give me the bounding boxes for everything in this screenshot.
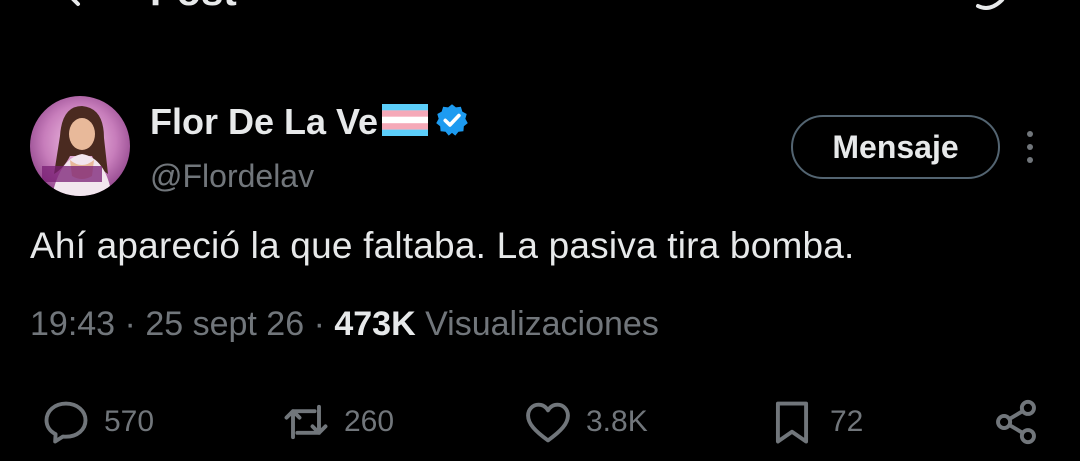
bookmark-button[interactable]: 72: [766, 396, 863, 448]
author-handle[interactable]: @Flordelav: [150, 156, 314, 196]
post-page: Post Fl: [0, 0, 1080, 461]
more-vertical-icon[interactable]: [1020, 128, 1040, 168]
transgender-flag-icon: [382, 104, 429, 136]
message-button[interactable]: Mensaje: [791, 115, 1000, 179]
page-title: Post: [150, 0, 237, 12]
repost-icon: [284, 404, 328, 440]
reply-count: 570: [104, 405, 155, 438]
meta-separator: ·: [313, 305, 325, 343]
bookmark-icon: [775, 401, 809, 444]
reply-icon: [44, 401, 88, 444]
avatar-image: [30, 96, 130, 196]
author-name-text: Flor De La Ve: [150, 101, 379, 142]
avatar[interactable]: [30, 96, 130, 196]
bookmark-count: 72: [830, 405, 864, 438]
tweet-meta: 19:43 · 25 sept 26 · 473K Visualizacione…: [30, 302, 659, 346]
share-icon: [996, 399, 1036, 445]
heart-icon: [526, 402, 570, 443]
tweet-text: Ahí apareció la que faltaba. La pasiva t…: [30, 225, 855, 266]
views-label[interactable]: Visualizaciones: [425, 305, 659, 343]
views-count[interactable]: 473K: [334, 305, 415, 343]
like-count: 3.8K: [586, 405, 648, 438]
author-name[interactable]: Flor De La Ve: [150, 100, 470, 144]
like-button[interactable]: 3.8K: [522, 396, 648, 448]
tweet-date[interactable]: 25 sept 26: [145, 305, 304, 343]
repost-count: 260: [344, 405, 395, 438]
meta-separator: ·: [124, 305, 136, 343]
reply-button[interactable]: 570: [40, 396, 154, 448]
grok-icon[interactable]: [970, 0, 1020, 16]
verified-badge-icon[interactable]: [434, 102, 470, 138]
tweet-time[interactable]: 19:43: [30, 305, 115, 343]
top-header: Post: [0, 0, 1080, 12]
share-button[interactable]: [990, 396, 1042, 448]
repost-button[interactable]: 260: [280, 396, 394, 448]
arrow-left-icon[interactable]: [60, 0, 100, 12]
